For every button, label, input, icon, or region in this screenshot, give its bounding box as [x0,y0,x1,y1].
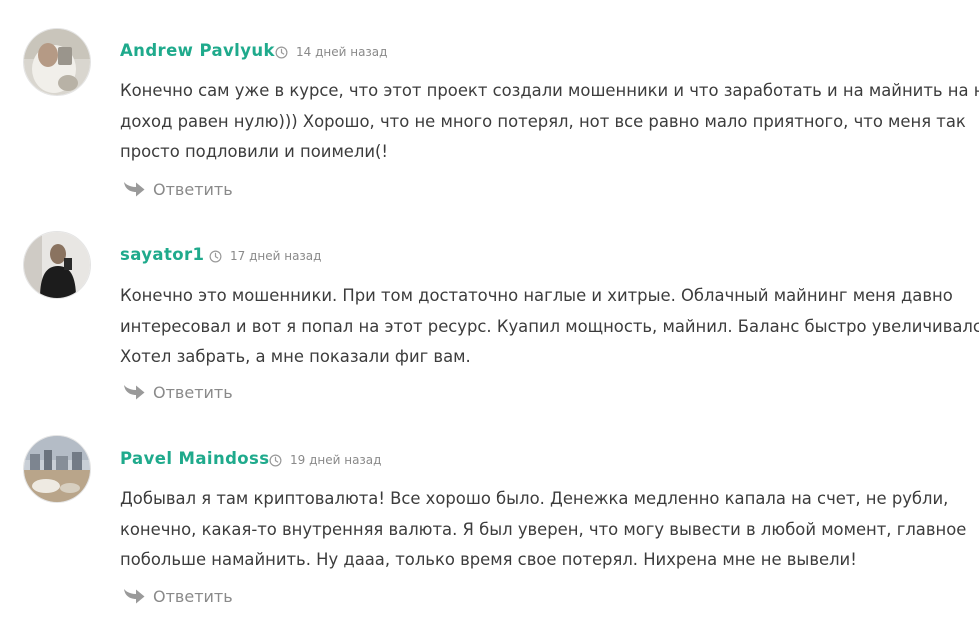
comment-timestamp[interactable]: 19 дней назад [269,453,381,467]
comment-author[interactable]: Andrew Pavlyuk [120,41,275,60]
person-photo-avatar-icon [24,29,90,95]
comment-line: доход равен нулю))) Хорошо, что не много… [120,111,966,131]
city-photo-avatar-icon [24,436,90,502]
comment-text: Конечно это мошенники. При том достаточн… [120,281,979,373]
reply-label: Ответить [153,383,233,402]
reply-arrow-icon [124,385,145,400]
reply-label: Ответить [153,180,233,199]
comment-line: Конечно сам уже в курсе, что этот проект… [120,81,979,100]
clock-icon [275,46,288,58]
avatar[interactable] [23,435,91,503]
comment-line: побольше намайнить. Ну дааа, только врем… [120,550,857,569]
comment-author[interactable]: Pavel Maindoss [120,449,269,468]
comment-line: Конечно это мошенники. При том достаточн… [120,286,953,305]
comment-line: конечно, какая-то внутренняя валюта. Я б… [120,519,967,539]
comment-text: Добывал я там криптовалюта! Все хорошо б… [120,484,967,576]
reply-button[interactable]: Ответить [122,180,233,199]
reply-arrow-icon [124,589,145,604]
reply-button[interactable]: Ответить [122,383,233,402]
comment-time: 17 дней назад [230,249,322,263]
clock-icon [269,454,282,466]
clock-icon [209,250,222,262]
comment-line: Добывал я там криптовалюта! Все хорошо б… [120,489,949,508]
reply-button[interactable]: Ответить [122,587,233,606]
comment-line: интересовал и вот я попал на этот ресурс… [120,316,979,336]
comment-timestamp[interactable]: 17 дней назад [209,249,321,263]
person-photo-avatar-icon [24,232,90,298]
comment-text: Конечно сам уже в курсе, что этот проект… [120,76,979,168]
comment-author[interactable]: sayator1 [120,245,204,264]
comment-time: 19 дней назад [290,453,382,467]
reply-label: Ответить [153,587,233,606]
reply-arrow-icon [124,182,145,197]
avatar[interactable] [23,28,91,96]
comment-line: Хотел забрать, а мне показали фиг вам. [120,347,471,366]
comment-line: просто подловили и поимели(! [120,142,388,161]
comment-timestamp[interactable]: 14 дней назад [275,45,387,59]
comment-time: 14 дней назад [296,45,388,59]
avatar[interactable] [23,231,91,299]
